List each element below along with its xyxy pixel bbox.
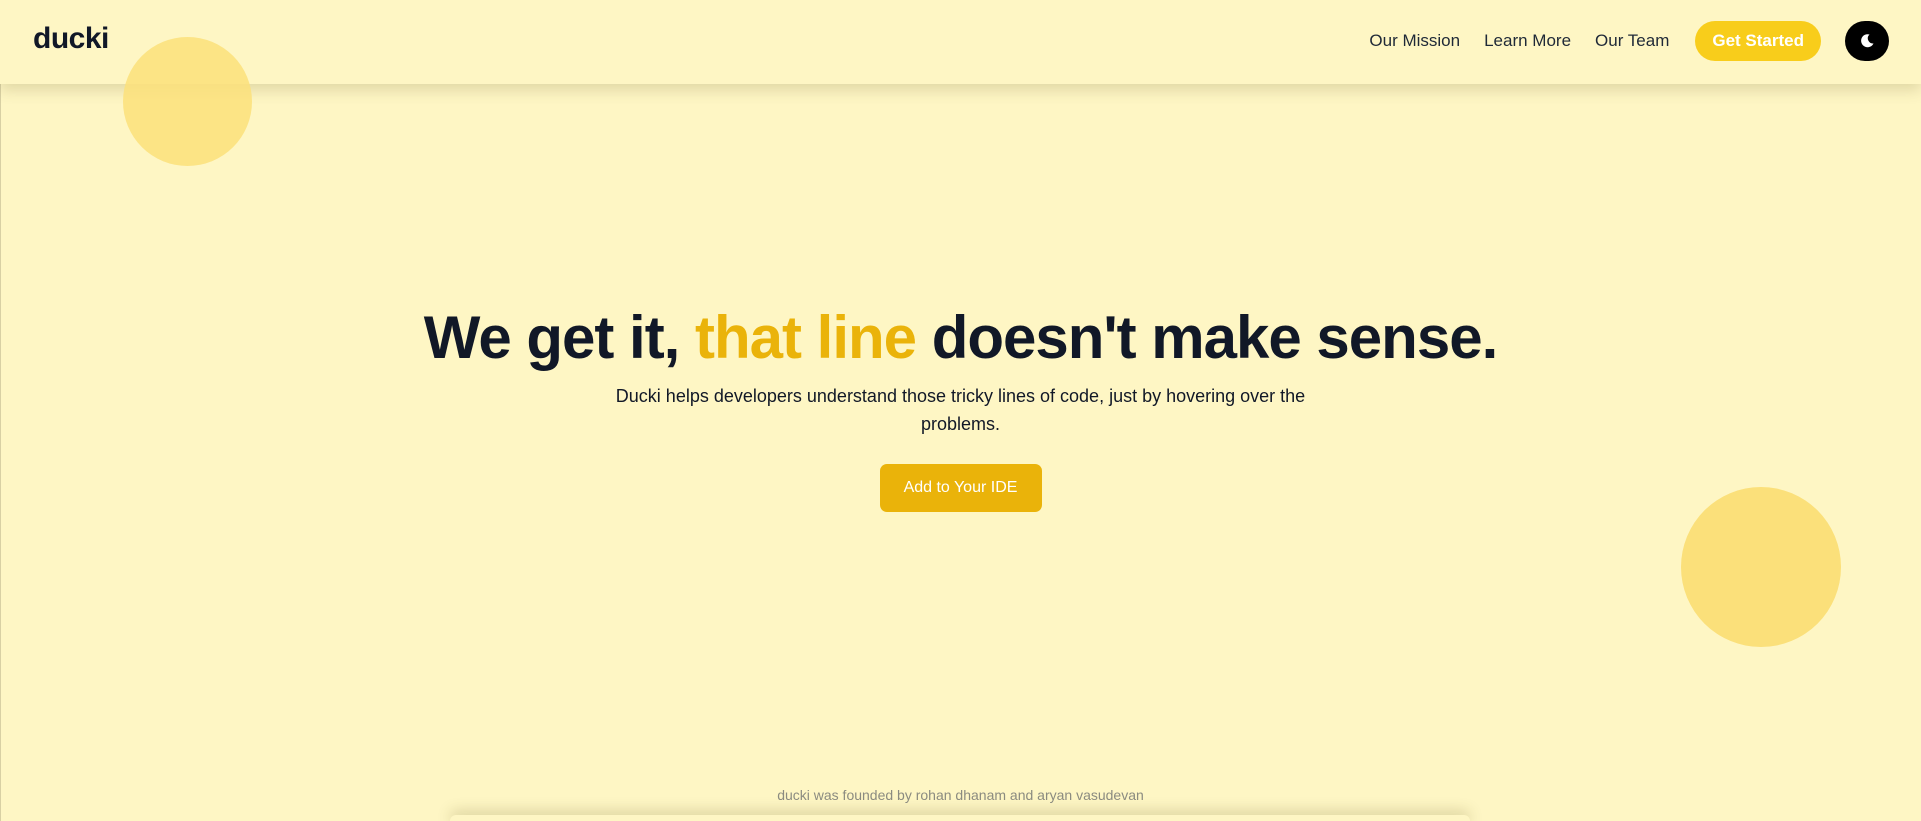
add-to-ide-button[interactable]: Add to Your IDE (879, 464, 1042, 512)
get-started-button[interactable]: Get Started (1695, 21, 1821, 61)
logo[interactable]: ducki (33, 22, 109, 56)
nav-link-learn-more[interactable]: Learn More (1484, 31, 1571, 51)
main-nav: Our Mission Learn More Our Team Get Star… (1369, 21, 1889, 61)
nav-link-our-mission[interactable]: Our Mission (1369, 31, 1460, 51)
decorative-circle-top-left (123, 37, 252, 166)
nav-link-our-team[interactable]: Our Team (1595, 31, 1669, 51)
headline-start: We get it, (423, 304, 696, 371)
hero-section: We get it, that line doesn't make sense.… (0, 298, 1921, 512)
theme-toggle-button[interactable] (1845, 21, 1889, 61)
top-navbar: ducki Our Mission Learn More Our Team Ge… (0, 0, 1921, 84)
footer-credit: ducki was founded by rohan dhanam and ar… (777, 787, 1144, 803)
footer-panel (450, 815, 1470, 821)
headline-accent: that line (695, 304, 917, 371)
headline-end: doesn't make sense. (916, 304, 1499, 371)
hero-subtitle: Ducki helps developers understand those … (615, 386, 1306, 434)
hero-headline: We get it, that line doesn't make sense. (0, 298, 1921, 378)
moon-icon (1861, 34, 1874, 48)
